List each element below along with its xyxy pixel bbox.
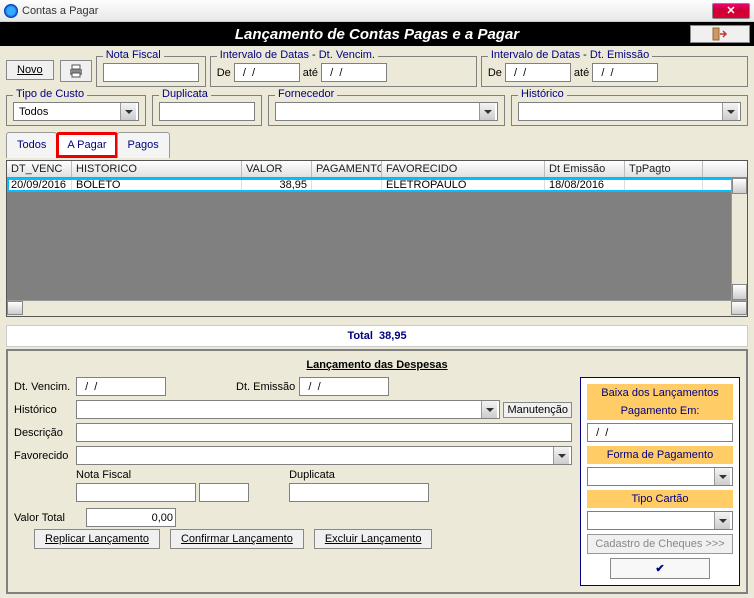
venc-ate-input[interactable] bbox=[321, 63, 387, 82]
exit-button[interactable] bbox=[690, 25, 750, 43]
descricao-input[interactable] bbox=[76, 423, 572, 442]
close-button[interactable]: ✕ bbox=[712, 3, 750, 19]
chevron-down-icon bbox=[714, 468, 730, 485]
printer-icon bbox=[68, 64, 84, 78]
col-valor[interactable]: VALOR bbox=[242, 161, 312, 177]
dt-emissao-input[interactable] bbox=[299, 377, 389, 396]
ok-button[interactable]: ✔ bbox=[610, 558, 710, 579]
confirmar-button[interactable]: Confirmar Lançamento bbox=[170, 529, 304, 549]
forma-pagamento-combo[interactable] bbox=[587, 467, 733, 486]
tab-a-pagar[interactable]: A Pagar bbox=[56, 132, 117, 158]
tipo-cartao-combo[interactable] bbox=[587, 511, 733, 530]
intervalo-venc-legend: Intervalo de Datas - Dt. Vencim. bbox=[217, 49, 378, 61]
duplicata-form-input[interactable] bbox=[289, 483, 429, 502]
favorecido-form-combo[interactable] bbox=[76, 446, 572, 465]
total-label: Total bbox=[347, 330, 372, 342]
dt-vencim-input[interactable] bbox=[76, 377, 166, 396]
replicar-button[interactable]: Replicar Lançamento bbox=[34, 529, 160, 549]
de-label: De bbox=[217, 67, 231, 79]
excluir-button[interactable]: Excluir Lançamento bbox=[314, 529, 433, 549]
emis-de-input[interactable] bbox=[505, 63, 571, 82]
window-title: Contas a Pagar bbox=[22, 5, 712, 17]
check-icon: ✔ bbox=[655, 562, 664, 575]
nota-fiscal-legend: Nota Fiscal bbox=[103, 49, 164, 61]
grid: DT_VENC HISTORICO VALOR PAGAMENTO FAVORE… bbox=[6, 160, 748, 317]
ate-label: até bbox=[303, 67, 318, 79]
fornecedor-legend: Fornecedor bbox=[275, 88, 337, 100]
tipo-custo-combo[interactable]: Todos bbox=[13, 102, 139, 121]
ate-label-2: até bbox=[574, 67, 589, 79]
vertical-scrollbar[interactable] bbox=[731, 178, 747, 300]
tab-todos[interactable]: Todos bbox=[6, 132, 57, 158]
tipo-cartao-label: Tipo Cartão bbox=[587, 490, 733, 508]
dt-vencim-label: Dt. Vencim. bbox=[14, 381, 76, 393]
chevron-down-icon bbox=[714, 512, 730, 529]
valor-total-label: Valor Total bbox=[14, 512, 76, 524]
duplicata-legend: Duplicata bbox=[159, 88, 211, 100]
print-button[interactable] bbox=[60, 60, 92, 82]
valor-total-input[interactable] bbox=[86, 508, 176, 527]
de-label-2: De bbox=[488, 67, 502, 79]
historico-combo[interactable] bbox=[518, 102, 741, 121]
col-tp-pagto[interactable]: TpPagto bbox=[625, 161, 703, 177]
lancamento-title: Lançamento das Despesas bbox=[14, 359, 740, 371]
col-pagamento[interactable]: PAGAMENTO bbox=[312, 161, 382, 177]
nota-fiscal-filter-input[interactable] bbox=[103, 63, 199, 82]
horizontal-scrollbar[interactable] bbox=[7, 300, 747, 316]
manutencao-button[interactable]: Manutenção bbox=[503, 402, 572, 418]
chevron-down-icon bbox=[481, 401, 497, 418]
descricao-label: Descrição bbox=[14, 427, 76, 439]
duplicata-filter-input[interactable] bbox=[159, 102, 255, 121]
tab-pagos[interactable]: Pagos bbox=[117, 132, 170, 158]
banner-title: Lançamento de Contas Pagas e a Pagar bbox=[227, 26, 527, 43]
chevron-down-icon bbox=[722, 103, 738, 120]
col-favorecido[interactable]: FAVORECIDO bbox=[382, 161, 545, 177]
chevron-down-icon bbox=[553, 447, 569, 464]
emis-ate-input[interactable] bbox=[592, 63, 658, 82]
nota-fiscal-form-input-2[interactable] bbox=[199, 483, 249, 502]
novo-button[interactable]: Novo bbox=[6, 60, 54, 80]
nota-fiscal-form-label: Nota Fiscal bbox=[76, 469, 249, 481]
tipo-custo-legend: Tipo de Custo bbox=[13, 88, 87, 100]
intervalo-emis-legend: Intervalo de Datas - Dt. Emissão bbox=[488, 49, 652, 61]
app-icon bbox=[4, 4, 18, 18]
forma-pagamento-label: Forma de Pagamento bbox=[587, 446, 733, 464]
table-row[interactable]: 20/09/2016 BOLETO 38,95 ELETROPAULO 18/0… bbox=[7, 178, 747, 192]
duplicata-form-label: Duplicata bbox=[289, 469, 429, 481]
door-exit-icon bbox=[712, 27, 728, 41]
dt-emissao-label: Dt. Emissão bbox=[236, 381, 295, 393]
pagamento-em-input[interactable] bbox=[587, 423, 733, 442]
total-value: 38,95 bbox=[379, 330, 407, 342]
favorecido-form-label: Favorecido bbox=[14, 450, 76, 462]
historico-form-label: Histórico bbox=[14, 404, 76, 416]
baixa-title-2: Pagamento Em: bbox=[587, 402, 733, 420]
historico-legend: Histórico bbox=[518, 88, 567, 100]
baixa-title-1: Baixa dos Lançamentos bbox=[587, 384, 733, 402]
col-dt-venc[interactable]: DT_VENC bbox=[7, 161, 72, 177]
cadastro-cheques-button[interactable]: Cadastro de Cheques >>> bbox=[587, 534, 733, 554]
chevron-down-icon bbox=[120, 103, 136, 120]
fornecedor-combo[interactable] bbox=[275, 102, 498, 121]
historico-form-combo[interactable] bbox=[76, 400, 500, 419]
col-dt-emissao[interactable]: Dt Emissão bbox=[545, 161, 625, 177]
venc-de-input[interactable] bbox=[234, 63, 300, 82]
col-historico[interactable]: HISTORICO bbox=[72, 161, 242, 177]
nota-fiscal-form-input[interactable] bbox=[76, 483, 196, 502]
chevron-down-icon bbox=[479, 103, 495, 120]
